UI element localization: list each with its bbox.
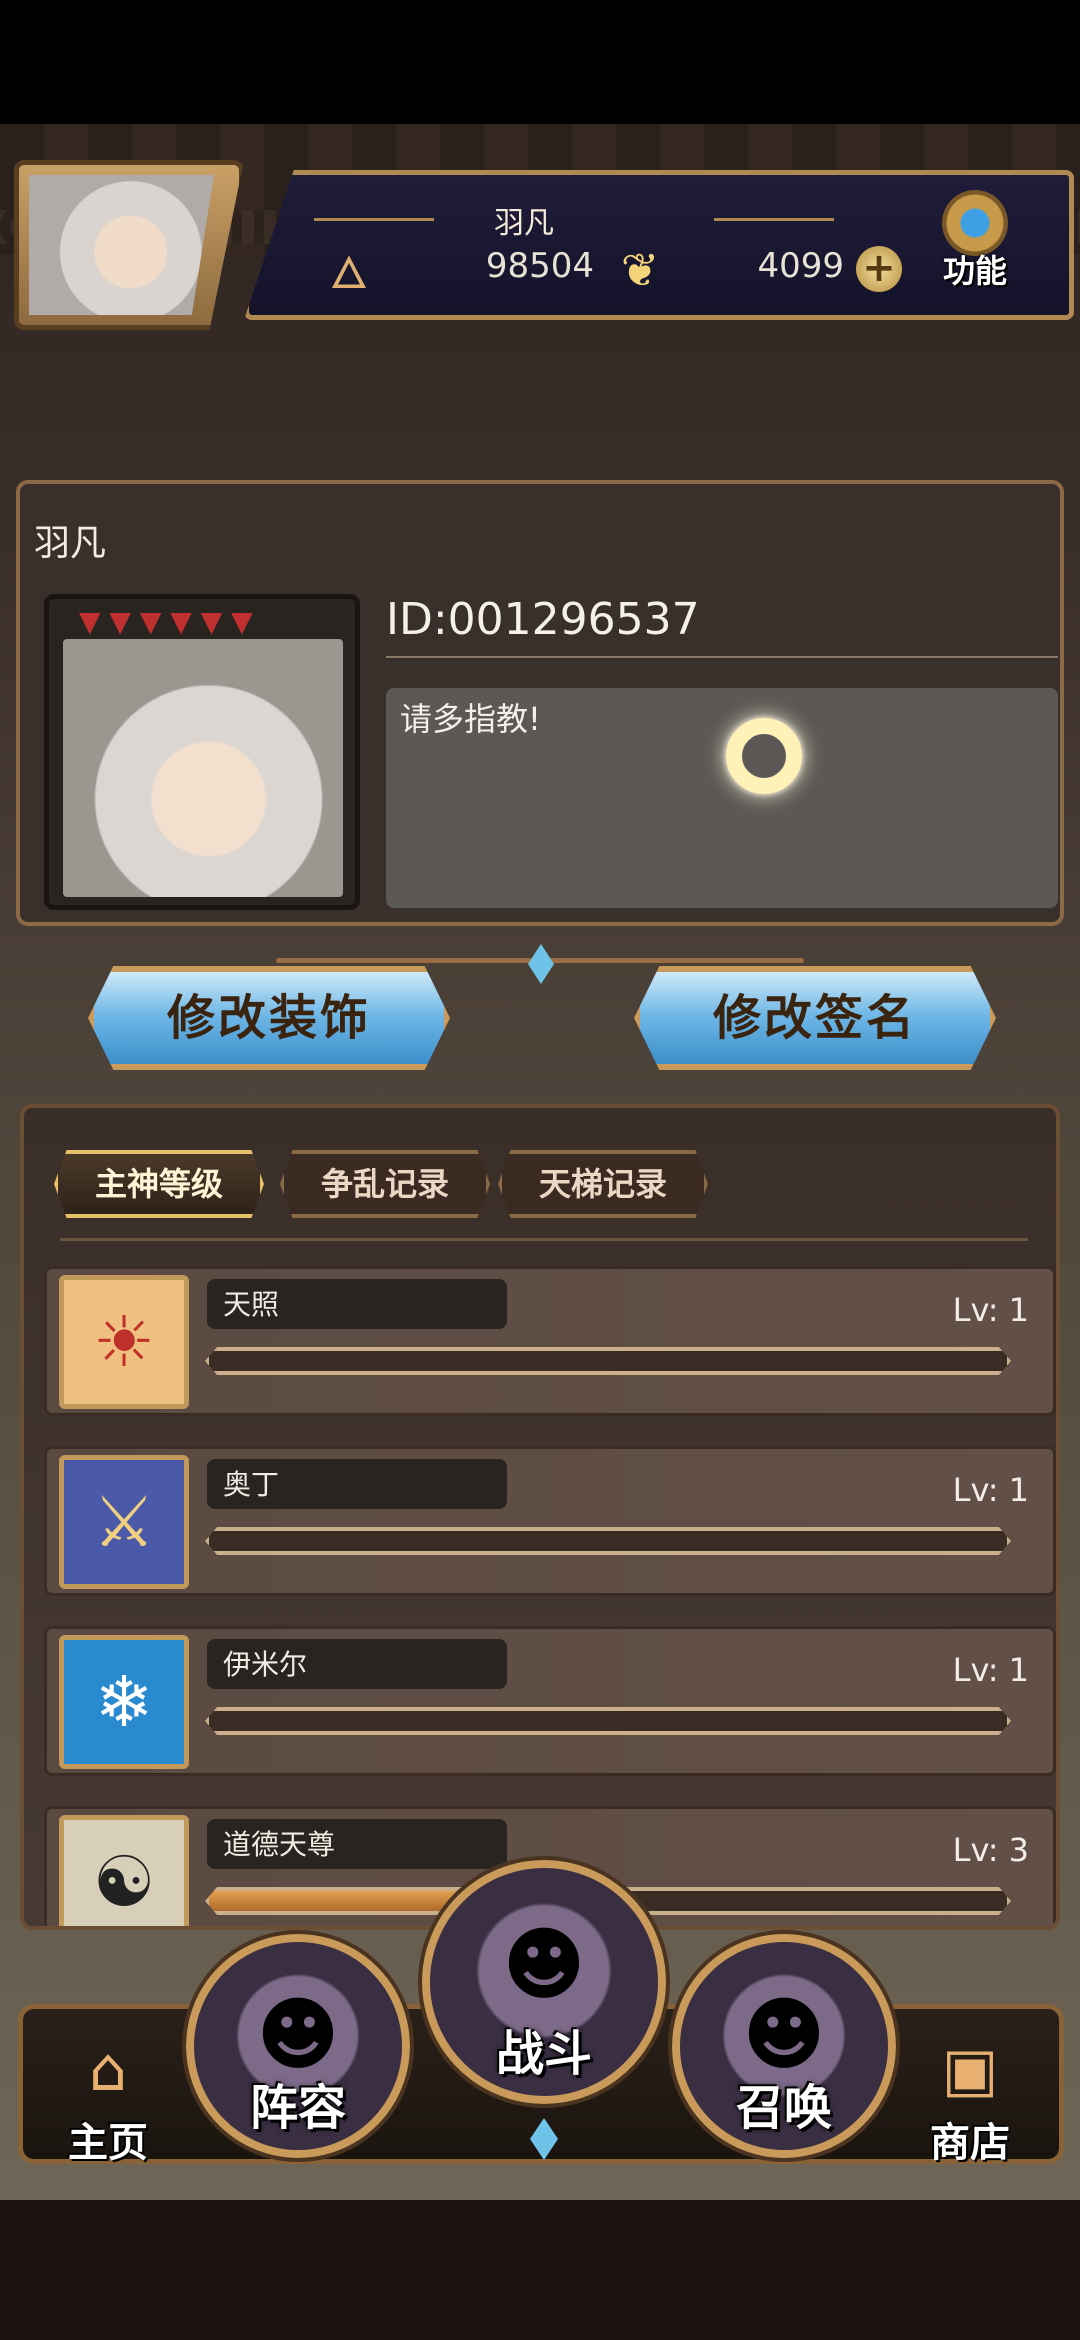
signature-text: 请多指教! <box>400 700 541 738</box>
deity-level: Lv: 1 <box>952 1291 1029 1329</box>
tab-deity-level[interactable]: 主神等级 <box>54 1150 264 1218</box>
profile-panel: 羽凡 ▼ ▼ ▼ ▼ ▼ ▼ ID:001296537 请多指教! <box>16 480 1064 926</box>
butterfly-icon: ❦ <box>620 243 660 297</box>
divider <box>714 218 834 221</box>
nav-summon-button[interactable]: ☻ 召唤 <box>668 1930 900 2162</box>
character-icon: ☻ <box>502 1918 586 2012</box>
deity-name: 道德天尊 <box>223 1828 336 1861</box>
progress-bar <box>205 1527 1011 1555</box>
divider <box>386 656 1058 658</box>
gem-icon <box>528 944 554 984</box>
house-icon: ⌂ <box>88 2035 128 2105</box>
status-bar-area <box>0 0 1080 124</box>
bottom-area <box>0 2200 1080 2340</box>
resource-2-value: 4099 <box>757 246 844 286</box>
deity-name: 奥丁 <box>223 1468 280 1501</box>
function-label: 功能 <box>942 252 1007 290</box>
wings-sword-icon: ⚔ <box>59 1455 189 1589</box>
nav-label: 商店 <box>930 2120 1010 2166</box>
nav-home-button[interactable]: ⌂ 主页 <box>48 2030 168 2166</box>
top-bar: 羽凡 🜂 98504 ❦ 4099 + 功能 <box>14 160 1074 460</box>
profile-portrait[interactable]: ▼ ▼ ▼ ▼ ▼ ▼ <box>44 594 360 910</box>
deity-name: 伊米尔 <box>223 1648 308 1681</box>
nav-shop-button[interactable]: ▣ 商店 <box>910 2030 1030 2166</box>
nav-team-button[interactable]: ☻ 阵容 <box>182 1930 414 2162</box>
progress-bar <box>205 1347 1011 1375</box>
player-name: 羽凡 <box>494 206 554 241</box>
flame-icon: 🜂 <box>329 248 369 299</box>
add-resource-button[interactable]: + <box>856 246 902 292</box>
tab-ladder-record[interactable]: 天梯记录 <box>498 1150 708 1218</box>
divider <box>60 1238 1028 1241</box>
sun-icon: ☀ <box>59 1275 189 1409</box>
bear-frame-decoration: ▼ ▼ ▼ ▼ ▼ ▼ <box>79 605 253 638</box>
progress-bar <box>205 1707 1011 1735</box>
yin-yang-icon: ☯ <box>59 1815 189 1926</box>
signature-box: 请多指教! <box>386 688 1058 908</box>
player-id: ID:001296537 <box>386 594 700 645</box>
list-item[interactable]: ☀ 天照 Lv: 1 <box>44 1266 1056 1416</box>
treasure-chest-icon: ▣ <box>941 2035 999 2105</box>
profile-name: 羽凡 <box>34 523 107 564</box>
player-avatar-button[interactable] <box>14 160 244 330</box>
list-item[interactable]: ❄ 伊米尔 Lv: 1 <box>44 1626 1056 1776</box>
edit-decoration-button[interactable]: 修改装饰 <box>88 966 450 1070</box>
portrait-image <box>63 639 343 897</box>
list-item[interactable]: ⚔ 奥丁 Lv: 1 <box>44 1446 1056 1596</box>
nav-label: 战斗 <box>495 2026 592 2082</box>
deity-level: Lv: 1 <box>952 1651 1029 1689</box>
character-icon: ☻ <box>742 1987 826 2081</box>
resource-1-value: 98504 <box>485 246 594 286</box>
nav-label: 阵容 <box>249 2080 346 2136</box>
deity-list-panel: 主神等级 争乱记录 天梯记录 ☀ 天照 Lv: 1 ⚔ 奥丁 Lv: 1 ❄ 伊… <box>20 1104 1060 1930</box>
deity-level: Lv: 3 <box>952 1831 1029 1869</box>
loading-spinner-icon <box>726 718 802 794</box>
function-button[interactable]: 功能 <box>930 190 1020 290</box>
nav-label: 召唤 <box>735 2080 832 2136</box>
deity-name: 天照 <box>223 1288 280 1321</box>
nav-label: 主页 <box>68 2120 148 2166</box>
avatar <box>29 175 214 315</box>
deity-level: Lv: 1 <box>952 1471 1029 1509</box>
nav-battle-button[interactable]: ☻ 战斗 <box>418 1856 670 2108</box>
tab-conflict-record[interactable]: 争乱记录 <box>280 1150 490 1218</box>
ice-giant-icon: ❄ <box>59 1635 189 1769</box>
edit-signature-button[interactable]: 修改签名 <box>634 966 996 1070</box>
character-icon: ☻ <box>256 1987 340 2081</box>
